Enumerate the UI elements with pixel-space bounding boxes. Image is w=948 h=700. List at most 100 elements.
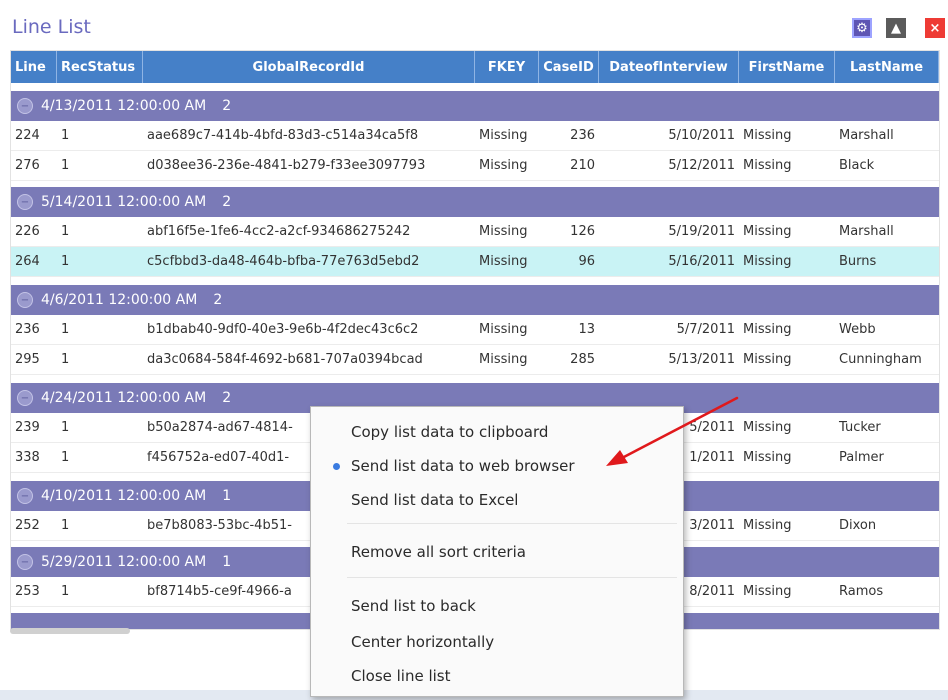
column-header-recstatus[interactable]: RecStatus <box>57 51 143 83</box>
group-label: 4/13/2011 12:00:00 AM <box>41 98 207 114</box>
cell-recstatus: 1 <box>61 584 70 599</box>
cell-caseid: 210 <box>570 158 595 173</box>
group-header[interactable]: − 5/14/2011 12:00:00 AM 2 <box>11 187 939 217</box>
table-row[interactable]: 236 1 b1dbab40-9df0-40e3-9e6b-4f2dec43c6… <box>11 315 939 345</box>
cell-globalrecordid: c5cfbbd3-da48-464b-bfba-77e763d5ebd2 <box>147 254 420 269</box>
radio-dot-icon <box>333 462 340 470</box>
group-label: 5/14/2011 12:00:00 AM <box>41 194 207 210</box>
horizontal-scrollbar[interactable] <box>10 628 130 634</box>
cell-fkey: Missing <box>479 158 528 173</box>
settings-button[interactable]: ⚙ <box>852 18 872 38</box>
cell-firstname: Missing <box>743 450 792 465</box>
cell-caseid: 126 <box>570 224 595 239</box>
cell-lastname: Tucker <box>839 420 881 435</box>
cell-lastname: Cunningham <box>839 352 922 367</box>
cell-dateofinterview: 5/16/2011 <box>668 254 735 269</box>
table-row-selected[interactable]: 264 1 c5cfbbd3-da48-464b-bfba-77e763d5eb… <box>11 247 939 277</box>
group-count: 1 <box>222 488 232 504</box>
table-row[interactable]: 295 1 da3c0684-584f-4692-b681-707a0394bc… <box>11 345 939 375</box>
cell-line: 295 <box>15 352 40 367</box>
group-label: 4/6/2011 12:00:00 AM <box>41 292 198 308</box>
table-row[interactable]: 226 1 abf16f5e-1fe6-4cc2-a2cf-9346862752… <box>11 217 939 247</box>
group-count: 2 <box>222 98 232 114</box>
group-label: 5/29/2011 12:00:00 AM <box>41 554 207 570</box>
collapse-icon[interactable]: − <box>17 98 33 114</box>
column-header-fkey[interactable]: FKEY <box>475 51 539 83</box>
group-label: 4/24/2011 12:00:00 AM <box>41 390 207 406</box>
cell-line: 276 <box>15 158 40 173</box>
menu-item-copy-to-clipboard[interactable]: Copy list data to clipboard <box>311 415 683 449</box>
line-list-window: Line List ⚙ ▲ × Line RecStatus GlobalRec… <box>0 0 948 700</box>
cell-caseid: 96 <box>578 254 595 269</box>
menu-item-close-line-list[interactable]: Close line list <box>311 659 683 693</box>
column-header-firstname[interactable]: FirstName <box>739 51 835 83</box>
collapse-icon[interactable]: − <box>17 194 33 210</box>
send-to-back-button[interactable]: ▲ <box>886 18 906 38</box>
cell-recstatus: 1 <box>61 254 70 269</box>
cell-line: 338 <box>15 450 40 465</box>
window-title: Line List <box>12 16 91 38</box>
collapse-icon[interactable]: − <box>17 488 33 504</box>
group-header[interactable]: − 4/6/2011 12:00:00 AM 2 <box>11 285 939 315</box>
cell-dateofinterview: 5/19/2011 <box>668 224 735 239</box>
cell-firstname: Missing <box>743 224 792 239</box>
cell-lastname: Webb <box>839 322 876 337</box>
cell-firstname: Missing <box>743 322 792 337</box>
collapse-icon[interactable]: − <box>17 292 33 308</box>
cell-recstatus: 1 <box>61 158 70 173</box>
cell-lastname: Burns <box>839 254 877 269</box>
collapse-icon[interactable]: − <box>17 554 33 570</box>
cell-recstatus: 1 <box>61 322 70 337</box>
menu-item-send-list-to-back[interactable]: Send list to back <box>311 589 683 623</box>
cell-fkey: Missing <box>479 128 528 143</box>
menu-item-send-to-web-browser[interactable]: Send list data to web browser <box>311 449 683 483</box>
cell-firstname: Missing <box>743 518 792 533</box>
column-header-line[interactable]: Line <box>11 51 57 83</box>
cell-firstname: Missing <box>743 128 792 143</box>
cell-dateofinterview: 5/10/2011 <box>668 128 735 143</box>
menu-item-center-horizontally[interactable]: Center horizontally <box>311 625 683 659</box>
cell-firstname: Missing <box>743 158 792 173</box>
cell-caseid: 285 <box>570 352 595 367</box>
column-header-dateofinterview[interactable]: DateofInterview <box>599 51 739 83</box>
column-header-globalrecordid[interactable]: GlobalRecordId <box>143 51 475 83</box>
menu-item-remove-sort-criteria[interactable]: Remove all sort criteria <box>311 535 683 569</box>
group-count: 1 <box>222 554 232 570</box>
cell-dateofinterview: 5/12/2011 <box>668 158 735 173</box>
cell-fkey: Missing <box>479 352 528 367</box>
cell-caseid: 13 <box>578 322 595 337</box>
cell-recstatus: 1 <box>61 128 70 143</box>
cell-globalrecordid: abf16f5e-1fe6-4cc2-a2cf-934686275242 <box>147 224 411 239</box>
column-header-row: Line RecStatus GlobalRecordId FKEY CaseI… <box>11 51 939 83</box>
cell-globalrecordid: aae689c7-414b-4bfd-83d3-c514a34ca5f8 <box>147 128 419 143</box>
cell-dateofinterview: 5/7/2011 <box>676 322 735 337</box>
cell-globalrecordid: d038ee36-236e-4841-b279-f33ee3097793 <box>147 158 426 173</box>
collapse-icon[interactable]: − <box>17 390 33 406</box>
table-row[interactable]: 224 1 aae689c7-414b-4bfd-83d3-c514a34ca5… <box>11 121 939 151</box>
menu-item-send-to-excel[interactable]: Send list data to Excel <box>311 483 683 517</box>
cell-caseid: 236 <box>570 128 595 143</box>
cell-recstatus: 1 <box>61 450 70 465</box>
cell-line: 252 <box>15 518 40 533</box>
cell-lastname: Palmer <box>839 450 884 465</box>
cell-line: 224 <box>15 128 40 143</box>
cell-line: 239 <box>15 420 40 435</box>
close-button[interactable]: × <box>925 18 945 38</box>
cell-line: 226 <box>15 224 40 239</box>
cell-firstname: Missing <box>743 420 792 435</box>
title-bar: Line List ⚙ ▲ × <box>0 0 948 46</box>
column-header-lastname[interactable]: LastName <box>835 51 939 83</box>
cell-line: 236 <box>15 322 40 337</box>
table-row[interactable]: 276 1 d038ee36-236e-4841-b279-f33ee30977… <box>11 151 939 181</box>
cell-recstatus: 1 <box>61 352 70 367</box>
group-header[interactable]: − 4/13/2011 12:00:00 AM 2 <box>11 91 939 121</box>
cell-recstatus: 1 <box>61 224 70 239</box>
group-label: 4/10/2011 12:00:00 AM <box>41 488 207 504</box>
cell-recstatus: 1 <box>61 420 70 435</box>
cell-recstatus: 1 <box>61 518 70 533</box>
cell-lastname: Ramos <box>839 584 884 599</box>
cell-line: 253 <box>15 584 40 599</box>
cell-globalrecordid: b1dbab40-9df0-40e3-9e6b-4f2dec43c6c2 <box>147 322 419 337</box>
cell-globalrecordid: da3c0684-584f-4692-b681-707a0394bcad <box>147 352 423 367</box>
column-header-caseid[interactable]: CaseID <box>539 51 599 83</box>
